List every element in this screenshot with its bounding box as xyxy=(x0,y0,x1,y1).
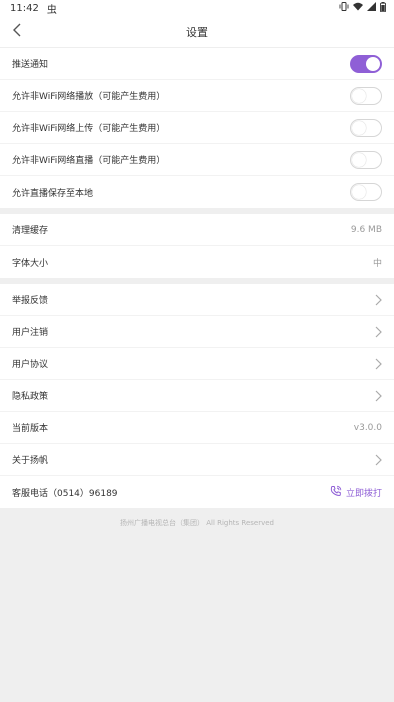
about-settings-group: 举报反馈 用户注销 用户协议 隐私政策 当前版本 v3.0.0 关于扬帆 客服电… xyxy=(0,284,394,508)
back-button[interactable] xyxy=(6,20,28,42)
setting-font-size[interactable]: 字体大小 中 xyxy=(0,246,394,278)
setting-label: 用户注销 xyxy=(12,328,49,338)
nav-bar: 设置 xyxy=(0,16,394,48)
setting-report-feedback[interactable]: 举报反馈 xyxy=(0,284,394,316)
battery-icon xyxy=(380,1,386,15)
setting-user-agreement[interactable]: 用户协议 xyxy=(0,348,394,380)
setting-label: 允许非WiFi网络上传（可能产生费用） xyxy=(12,124,166,134)
toggle-knob xyxy=(366,56,380,71)
setting-service-hotline: 客服电话（0514）96189 立即拨打 xyxy=(0,476,394,508)
cache-size-value: 9.6 MB xyxy=(350,224,382,235)
copyright-text: 扬州广播电视总台（集团） All Rights Reserved xyxy=(119,519,274,527)
nonwifi-playback-toggle[interactable] xyxy=(350,86,382,105)
setting-clear-cache[interactable]: 清理缓存 9.6 MB xyxy=(0,214,394,246)
setting-current-version: 当前版本 v3.0.0 xyxy=(0,412,394,444)
hotline-label: 客服电话（0514）96189 xyxy=(12,488,118,499)
page-title: 设置 xyxy=(186,25,208,39)
chevron-right-icon xyxy=(374,358,382,370)
setting-push-notification: 推送通知 xyxy=(0,48,394,80)
setting-label: 当前版本 xyxy=(12,424,49,434)
setting-label: 允许非WiFi网络播放（可能产生费用） xyxy=(12,92,166,102)
wifi-icon xyxy=(353,2,363,14)
setting-save-live-local: 允许直播保存至本地 xyxy=(0,176,394,208)
push-notification-toggle[interactable] xyxy=(350,54,382,73)
setting-label: 字体大小 xyxy=(12,258,49,269)
setting-label: 推送通知 xyxy=(12,60,49,70)
status-icons xyxy=(339,1,386,15)
signal-icon xyxy=(367,2,376,14)
call-now-button[interactable]: 立即拨打 xyxy=(330,485,382,500)
call-now-label: 立即拨打 xyxy=(345,488,382,499)
phone-call-icon xyxy=(330,485,342,500)
setting-label: 允许直播保存至本地 xyxy=(12,188,94,199)
setting-label: 清理缓存 xyxy=(12,226,49,236)
status-bar: 11:42 虫 xyxy=(0,0,394,16)
nonwifi-live-toggle[interactable] xyxy=(350,150,382,169)
toggle-knob xyxy=(352,185,366,199)
setting-privacy-policy[interactable]: 隐私政策 xyxy=(0,380,394,412)
back-arrow-icon xyxy=(12,22,22,41)
setting-account-deletion[interactable]: 用户注销 xyxy=(0,316,394,348)
save-live-local-toggle[interactable] xyxy=(350,183,382,201)
toggle-knob xyxy=(352,152,366,167)
vibrate-icon xyxy=(339,2,349,14)
toggle-knob xyxy=(352,88,366,103)
setting-about-app[interactable]: 关于扬帆 xyxy=(0,444,394,476)
setting-label: 允许非WiFi网络直播（可能产生费用） xyxy=(12,156,166,166)
setting-nonwifi-upload: 允许非WiFi网络上传（可能产生费用） xyxy=(0,112,394,144)
notification-settings-group: 推送通知 允许非WiFi网络播放（可能产生费用） 允许非WiFi网络上传（可能产… xyxy=(0,48,394,208)
setting-label: 关于扬帆 xyxy=(12,456,49,466)
notification-glyph: 虫 xyxy=(46,4,57,16)
font-size-value: 中 xyxy=(372,258,382,269)
setting-label: 隐私政策 xyxy=(12,392,49,402)
setting-label: 用户协议 xyxy=(12,360,49,370)
chevron-right-icon xyxy=(374,454,382,466)
nonwifi-upload-toggle[interactable] xyxy=(350,118,382,137)
status-left: 11:42 虫 xyxy=(10,1,57,16)
status-time: 11:42 xyxy=(10,2,39,14)
version-value: v3.0.0 xyxy=(353,422,382,433)
setting-nonwifi-live: 允许非WiFi网络直播（可能产生费用） xyxy=(0,144,394,176)
chevron-right-icon xyxy=(374,390,382,402)
chevron-right-icon xyxy=(374,326,382,338)
setting-label: 举报反馈 xyxy=(12,296,49,306)
setting-nonwifi-playback: 允许非WiFi网络播放（可能产生费用） xyxy=(0,80,394,112)
storage-settings-group: 清理缓存 9.6 MB 字体大小 中 xyxy=(0,214,394,278)
chevron-right-icon xyxy=(374,294,382,306)
toggle-knob xyxy=(352,120,366,135)
